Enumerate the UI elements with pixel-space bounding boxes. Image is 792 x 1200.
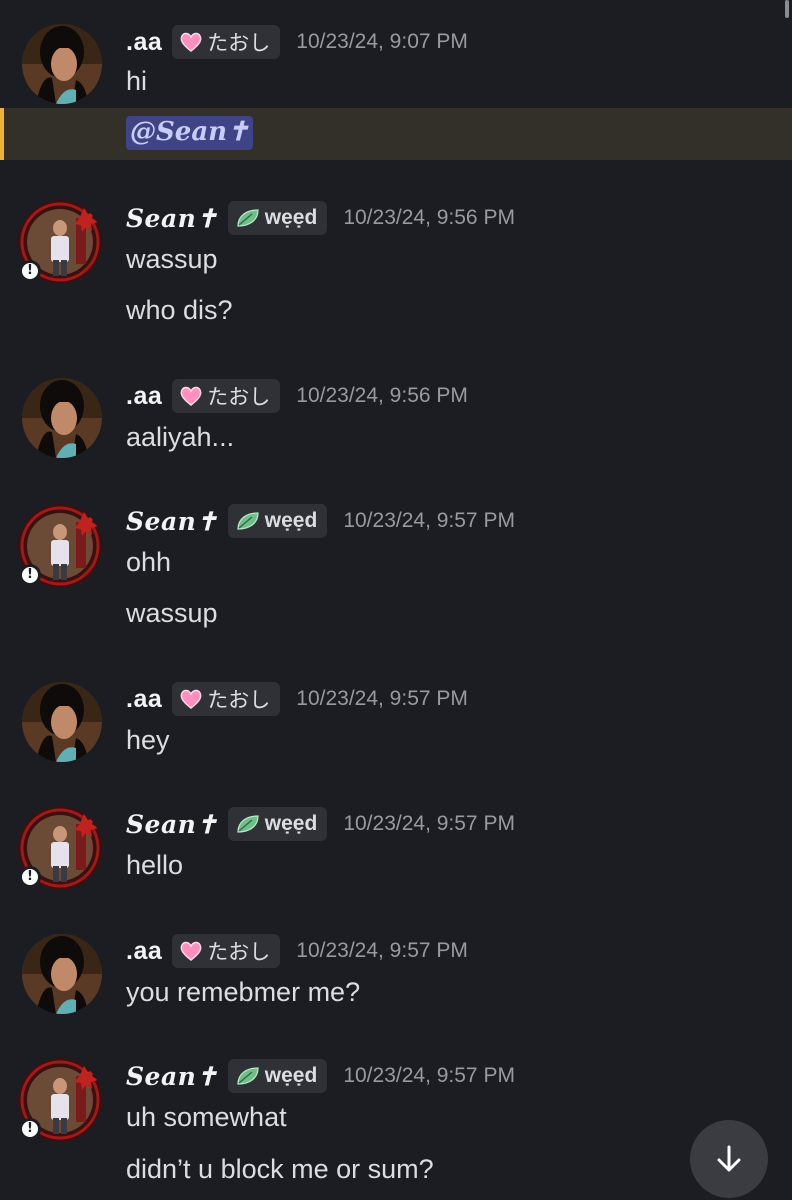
tag-label: たおし [207,32,271,55]
tag-label: たおし [207,386,271,409]
message-text: aaliyah... [126,422,235,452]
username[interactable]: Sean✝ [126,204,218,233]
arrow-down-icon [717,1145,741,1172]
pink-heart-icon [180,386,202,406]
green-leaf-icon [236,814,260,834]
status-badge: ! [19,866,41,888]
scroll-to-bottom-button[interactable] [690,1120,768,1198]
message-header: .aa たおし 10/23/24, 9:57 PM [126,933,468,969]
user-tag[interactable]: wẹẹd [227,1059,328,1093]
pink-heart-icon [180,689,202,709]
message-header: Sean✝ wẹẹd 10/23/24, 9:57 PM [126,1058,515,1094]
timestamp: 10/23/24, 9:07 PM [296,30,468,53]
status-badge: ! [19,1118,41,1140]
avatar[interactable] [22,934,102,1014]
tag-label: たおし [207,941,271,964]
message-header: Sean✝ wẹẹd 10/23/24, 9:57 PM [126,503,515,539]
status-badge: ! [19,260,41,282]
username[interactable]: Sean✝ [126,810,218,839]
green-leaf-icon [236,208,260,228]
timestamp: 10/23/24, 9:57 PM [343,509,515,532]
timestamp: 10/23/24, 9:56 PM [343,206,515,229]
timestamp: 10/23/24, 9:57 PM [343,1064,515,1087]
tag-label: wẹẹd [264,206,318,229]
tag-label: wẹẹd [264,812,318,835]
timestamp: 10/23/24, 9:57 PM [343,812,515,835]
message-text: who dis? [126,295,233,325]
message-text: hey [126,725,170,755]
message-text: didn’t u block me or sum? [126,1154,434,1184]
avatar[interactable] [22,682,102,762]
tag-label: wẹẹd [264,509,318,532]
message-text: hello [126,850,184,880]
scrollbar-thumb[interactable] [785,0,789,18]
user-tag[interactable]: wẹẹd [227,807,328,841]
pink-heart-icon [180,32,202,52]
user-tag[interactable]: wẹẹd [227,201,328,235]
mention-highlight-row: @Sean✝ [0,108,792,160]
username[interactable]: Sean✝ [126,1062,218,1091]
message-header: Sean✝ wẹẹd 10/23/24, 9:57 PM [126,806,515,842]
username[interactable]: .aa [126,685,162,714]
username[interactable]: .aa [126,28,162,57]
avatar[interactable] [22,24,102,104]
timestamp: 10/23/24, 9:57 PM [296,687,468,710]
user-tag[interactable]: たおし [172,25,281,59]
message-text: wassup [126,598,218,628]
username[interactable]: Sean✝ [126,507,218,536]
pink-heart-icon [180,941,202,961]
user-tag[interactable]: たおし [172,934,281,968]
user-mention[interactable]: @Sean✝ [126,116,253,150]
avatar[interactable] [22,378,102,458]
status-badge: ! [19,564,41,586]
username[interactable]: .aa [126,382,162,411]
green-leaf-icon [236,511,260,531]
message-header: .aa たおし 10/23/24, 9:56 PM [126,378,468,414]
timestamp: 10/23/24, 9:57 PM [296,939,468,962]
message-text: ohh [126,547,172,577]
username[interactable]: .aa [126,937,162,966]
user-tag[interactable]: wẹẹd [227,504,328,538]
green-leaf-icon [236,1066,260,1086]
tag-label: wẹẹd [264,1064,318,1087]
message-text: uh somewhat [126,1102,287,1132]
message-text: wassup [126,244,218,274]
message-text: hi [126,66,148,96]
message-text: you remebmer me? [126,977,361,1007]
user-tag[interactable]: たおし [172,379,281,413]
message-header: .aa たおし 10/23/24, 9:07 PM [126,24,468,60]
timestamp: 10/23/24, 9:56 PM [296,384,468,407]
message-header: Sean✝ wẹẹd 10/23/24, 9:56 PM [126,200,515,236]
user-tag[interactable]: たおし [172,682,281,716]
tag-label: たおし [207,689,271,712]
message-header: .aa たおし 10/23/24, 9:57 PM [126,681,468,717]
